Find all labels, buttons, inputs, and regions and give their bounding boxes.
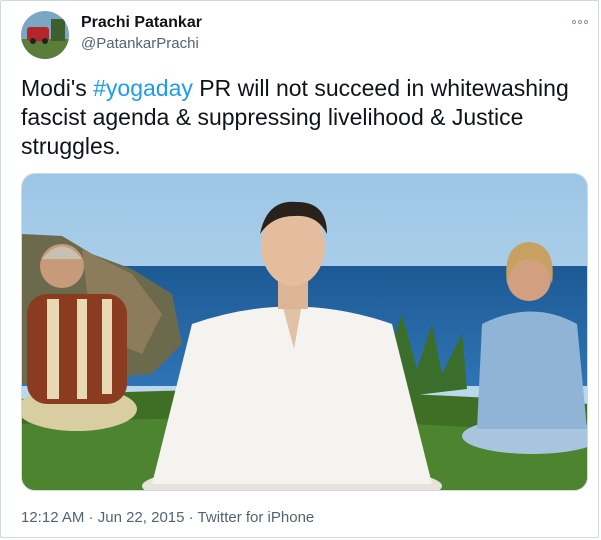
avatar[interactable] <box>21 11 69 59</box>
meditation-photo-icon <box>22 174 587 490</box>
meta-separator: · <box>84 509 98 526</box>
tweet-source-link[interactable]: Twitter for iPhone <box>198 509 315 526</box>
tweet-time-link[interactable]: 12:12 AM <box>21 509 84 526</box>
hashtag-link[interactable]: #yogaday <box>93 75 193 101</box>
tweet-meta: 12:12 AM · Jun 22, 2015 · Twitter for iP… <box>21 509 314 526</box>
tweet-photo[interactable] <box>21 173 588 491</box>
author-handle[interactable]: @PatankarPrachi <box>81 35 199 52</box>
meta-separator: · <box>184 509 198 526</box>
tweet-text: Modi's #yogaday PR will not succeed in w… <box>21 74 581 161</box>
tweet-date-link[interactable]: Jun 22, 2015 <box>98 509 185 526</box>
author-display-name[interactable]: Prachi Patankar <box>81 14 202 32</box>
tweet-text-before: Modi's <box>21 75 94 101</box>
more-options-icon[interactable] <box>569 15 591 29</box>
tweet-card: Prachi Patankar @PatankarPrachi Modi's #… <box>0 0 599 538</box>
